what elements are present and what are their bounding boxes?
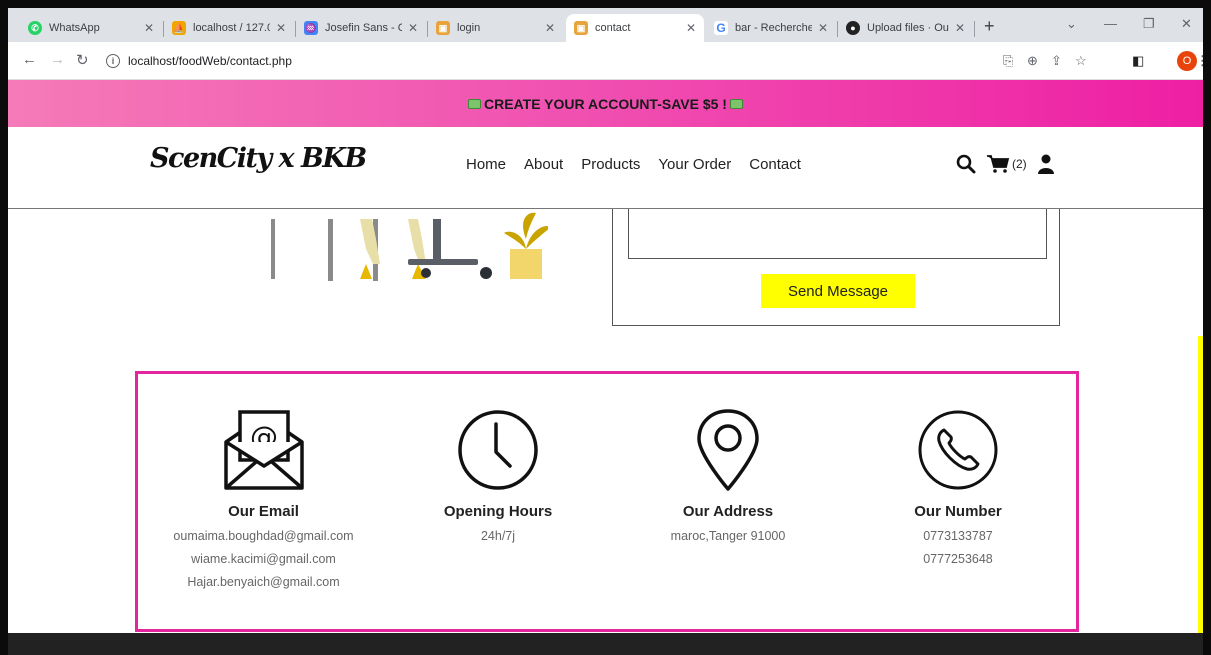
location-pin-icon [697, 409, 759, 491]
forward-icon[interactable]: → [50, 51, 65, 68]
email-address[interactable]: oumaima.boughdad@gmail.com [156, 529, 371, 543]
close-icon[interactable]: ✕ [818, 21, 828, 35]
contact-email: @ Our Email oumaima.boughdad@gmail.com w… [156, 407, 371, 589]
browser-window: ✆ WhatsApp ✕ ⛵ localhost / 127.0. ✕ ♒ Jo… [8, 8, 1203, 655]
whatsapp-icon: ✆ [28, 21, 42, 35]
bookmark-star-icon[interactable]: ☆ [1075, 53, 1087, 69]
address-title: Our Address [682, 503, 774, 520]
minimize-icon[interactable]: — [1104, 16, 1117, 31]
main-nav: Home About Products Your Order Contact [466, 156, 819, 173]
reload-icon[interactable]: ↻ [76, 51, 89, 69]
zoom-icon[interactable]: ⊕ [1027, 53, 1038, 69]
address-bar[interactable]: i localhost/foodWeb/contact.php [106, 47, 1106, 75]
tab-whatsapp[interactable]: ✆ WhatsApp ✕ [20, 14, 162, 42]
tab-github-upload[interactable]: ● Upload files · Ou ✕ [838, 14, 973, 42]
menu-kebab-icon[interactable]: ⋮ [1196, 53, 1203, 69]
email-address[interactable]: wiame.kacimi@gmail.com [156, 552, 371, 566]
money-icon [729, 98, 743, 109]
page-viewport: CREATE YOUR ACCOUNT-SAVE $5 ! ScenCity x… [8, 80, 1203, 655]
nav-home[interactable]: Home [466, 156, 506, 173]
nav-contact[interactable]: Contact [749, 156, 801, 173]
cart-count: (2) [1012, 157, 1027, 171]
side-panel-icon[interactable]: ◧ [1132, 53, 1144, 69]
site-header: ScenCity x BKB Home About Products Your … [8, 127, 1203, 209]
tab-google-search[interactable]: G bar - Recherche ✕ [706, 14, 836, 42]
url-text: localhost/foodWeb/contact.php [128, 54, 292, 68]
tab-strip: ✆ WhatsApp ✕ ⛵ localhost / 127.0. ✕ ♒ Jo… [8, 8, 1203, 42]
contact-info-box: @ Our Email oumaima.boughdad@gmail.com w… [135, 371, 1079, 632]
hours-value: 24h/7j [480, 529, 516, 543]
tab-phpmyadmin[interactable]: ⛵ localhost / 127.0. ✕ [164, 14, 294, 42]
window-close-icon[interactable]: ✕ [1181, 16, 1192, 32]
email-envelope-icon: @ [223, 410, 304, 490]
phone-icon [918, 410, 998, 490]
contact-number: Our Number 0773133787 0777253648 [868, 407, 1048, 566]
promo-text: CREATE YOUR ACCOUNT-SAVE $5 ! [484, 95, 727, 112]
github-icon: ● [846, 21, 860, 35]
tab-contact[interactable]: ▣ contact ✕ [566, 14, 704, 42]
tab-josefin-sans[interactable]: ♒ Josefin Sans - Go ✕ [296, 14, 426, 42]
phone-number[interactable]: 0773133787 [868, 529, 1048, 543]
hours-title: Opening Hours [443, 503, 553, 520]
site-info-icon[interactable]: i [106, 54, 120, 68]
clock-icon [458, 410, 538, 490]
address-value: maroc,Tanger 91000 [670, 529, 786, 543]
contact-form: Send Message [612, 209, 1060, 326]
user-icon[interactable] [1037, 154, 1055, 174]
new-tab-icon[interactable]: + [984, 16, 995, 37]
nav-about[interactable]: About [524, 156, 563, 173]
site-icon: ▣ [574, 21, 588, 35]
tab-search-icon[interactable]: ⌄ [1066, 16, 1077, 32]
tab-login[interactable]: ▣ login ✕ [428, 14, 563, 42]
contact-illustration [271, 212, 548, 281]
close-icon[interactable]: ✕ [545, 21, 555, 35]
nav-products[interactable]: Products [581, 156, 640, 173]
site-logo[interactable]: ScenCity x BKB [150, 143, 367, 174]
message-textarea[interactable] [628, 209, 1047, 259]
close-icon[interactable]: ✕ [686, 21, 696, 35]
send-message-button[interactable]: Send Message [761, 274, 915, 308]
cart-icon[interactable] [986, 154, 1010, 174]
restore-icon[interactable]: ❐ [1143, 16, 1155, 32]
money-icon [468, 98, 482, 109]
number-title: Our Number [914, 503, 1002, 520]
close-icon[interactable]: ✕ [955, 21, 965, 35]
site-footer [8, 633, 1203, 655]
translate-icon[interactable]: ⎘ [1003, 53, 1013, 69]
site-icon: ▣ [436, 21, 450, 35]
browser-toolbar: ← → ↻ i localhost/foodWeb/contact.php ⎘ … [8, 42, 1203, 80]
close-icon[interactable]: ✕ [408, 21, 418, 35]
google-fonts-icon: ♒ [304, 21, 318, 35]
email-address[interactable]: Hajar.benyaich@gmail.com [156, 575, 371, 589]
back-icon[interactable]: ← [22, 51, 37, 68]
nav-your-order[interactable]: Your Order [658, 156, 731, 173]
google-icon: G [714, 21, 728, 35]
promo-banner[interactable]: CREATE YOUR ACCOUNT-SAVE $5 ! [8, 80, 1203, 127]
share-icon[interactable]: ⇪ [1051, 53, 1062, 69]
phone-number[interactable]: 0777253648 [868, 552, 1048, 566]
search-icon[interactable] [956, 154, 976, 174]
phpmyadmin-icon: ⛵ [172, 21, 186, 35]
scroll-accent-bar [1198, 336, 1203, 655]
contact-hours: Opening Hours 24h/7j [408, 407, 588, 543]
contact-address: Our Address maroc,Tanger 91000 [628, 407, 828, 543]
profile-avatar[interactable]: O [1177, 51, 1197, 71]
close-icon[interactable]: ✕ [276, 21, 286, 35]
header-icons: (2) [956, 154, 1055, 174]
email-title: Our Email [228, 503, 299, 520]
close-icon[interactable]: ✕ [144, 21, 154, 35]
